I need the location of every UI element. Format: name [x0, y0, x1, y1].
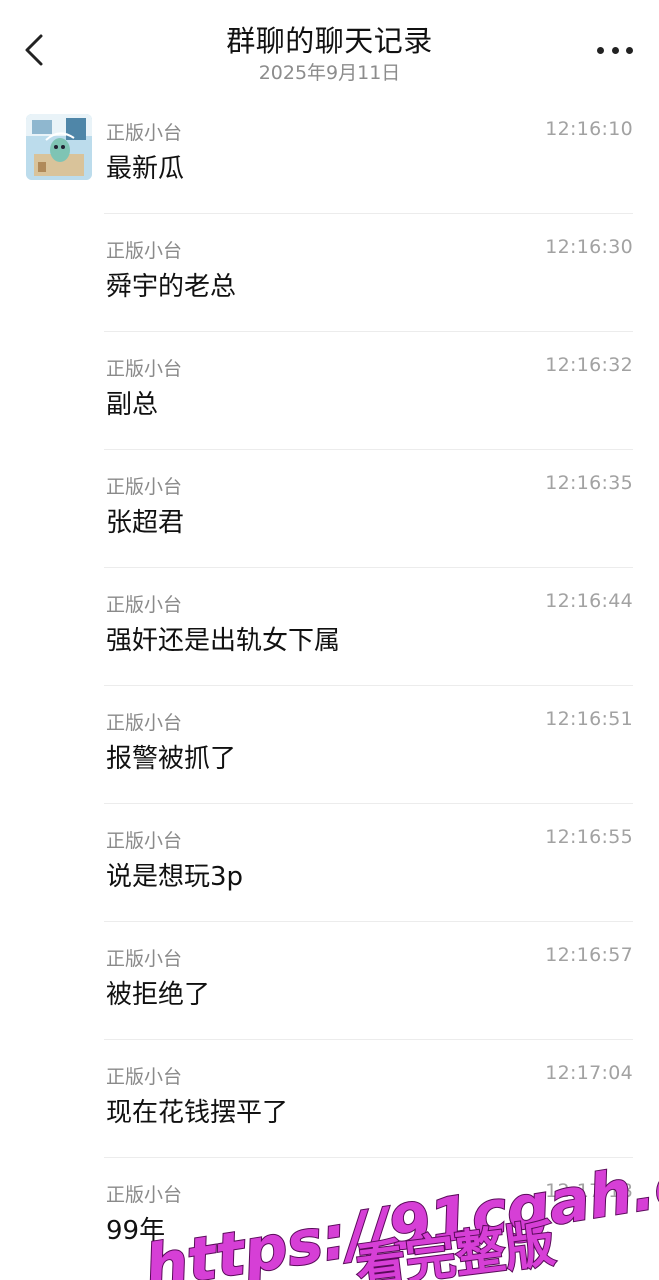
avatar[interactable] — [26, 114, 92, 180]
more-dot — [611, 46, 619, 54]
message-sender: 正版小台 — [106, 122, 183, 144]
message-time: 12:16:30 — [545, 236, 633, 258]
message-time: 12:16:57 — [545, 944, 633, 966]
page-date: 2025年9月11日 — [258, 62, 401, 84]
message-text: 说是想玩3p — [106, 862, 244, 892]
message-row[interactable]: 正版小台 12:16:44 强奸还是出轨女下属 — [0, 568, 659, 686]
more-dot — [626, 46, 633, 54]
message-row[interactable]: 正版小台 12:16:57 被拒绝了 — [0, 922, 659, 1040]
message-time: 12:16:32 — [545, 354, 633, 376]
message-time: 12:16:10 — [545, 118, 633, 140]
message-sender: 正版小台 — [106, 240, 183, 262]
message-list: 正版小台 12:16:10 最新瓜 正版小台 12:16:30 舜宇的老总 正版… — [0, 96, 659, 1276]
message-sender: 正版小台 — [106, 476, 183, 498]
message-row[interactable]: 正版小台 12:16:10 最新瓜 — [0, 96, 659, 214]
message-text: 99年 — [106, 1216, 166, 1246]
message-row[interactable]: 正版小台 12:16:55 说是想玩3p — [0, 804, 659, 922]
message-row[interactable]: 正版小台 12:17:18 99年 — [0, 1158, 659, 1276]
message-sender: 正版小台 — [106, 594, 183, 616]
chat-history-page: 群聊的聊天记录 2025年9月11日 正版小台 12:16:10 最新瓜 正版小… — [0, 0, 659, 1280]
more-button[interactable] — [597, 38, 633, 62]
message-text: 最新瓜 — [106, 154, 185, 184]
message-sender: 正版小台 — [106, 1184, 183, 1206]
message-text: 报警被抓了 — [106, 744, 237, 774]
message-text: 被拒绝了 — [106, 980, 211, 1010]
message-text: 张超君 — [106, 508, 185, 538]
message-row[interactable]: 正版小台 12:16:51 报警被抓了 — [0, 686, 659, 804]
message-row[interactable]: 正版小台 12:16:35 张超君 — [0, 450, 659, 568]
message-text: 舜宇的老总 — [106, 272, 237, 302]
message-sender: 正版小台 — [106, 1066, 183, 1088]
message-sender: 正版小台 — [106, 358, 183, 380]
message-time: 12:17:04 — [545, 1062, 633, 1084]
message-sender: 正版小台 — [106, 830, 183, 852]
message-text: 强奸还是出轨女下属 — [106, 626, 341, 656]
message-time: 12:16:51 — [545, 708, 633, 730]
message-text: 副总 — [106, 390, 159, 420]
message-time: 12:16:35 — [545, 472, 633, 494]
more-dots-icon — [597, 46, 604, 54]
message-sender: 正版小台 — [106, 948, 183, 970]
message-time: 12:17:18 — [545, 1180, 633, 1202]
page-title: 群聊的聊天记录 — [226, 24, 433, 58]
message-time: 12:16:55 — [545, 826, 633, 848]
header-bar: 群聊的聊天记录 2025年9月11日 — [0, 0, 659, 96]
message-row[interactable]: 正版小台 12:16:30 舜宇的老总 — [0, 214, 659, 332]
message-time: 12:16:44 — [545, 590, 633, 612]
message-row[interactable]: 正版小台 12:17:04 现在花钱摆平了 — [0, 1040, 659, 1158]
message-row[interactable]: 正版小台 12:16:32 副总 — [0, 332, 659, 450]
cartoon-avatar-icon — [26, 114, 92, 180]
message-text: 现在花钱摆平了 — [106, 1098, 289, 1128]
message-sender: 正版小台 — [106, 712, 183, 734]
